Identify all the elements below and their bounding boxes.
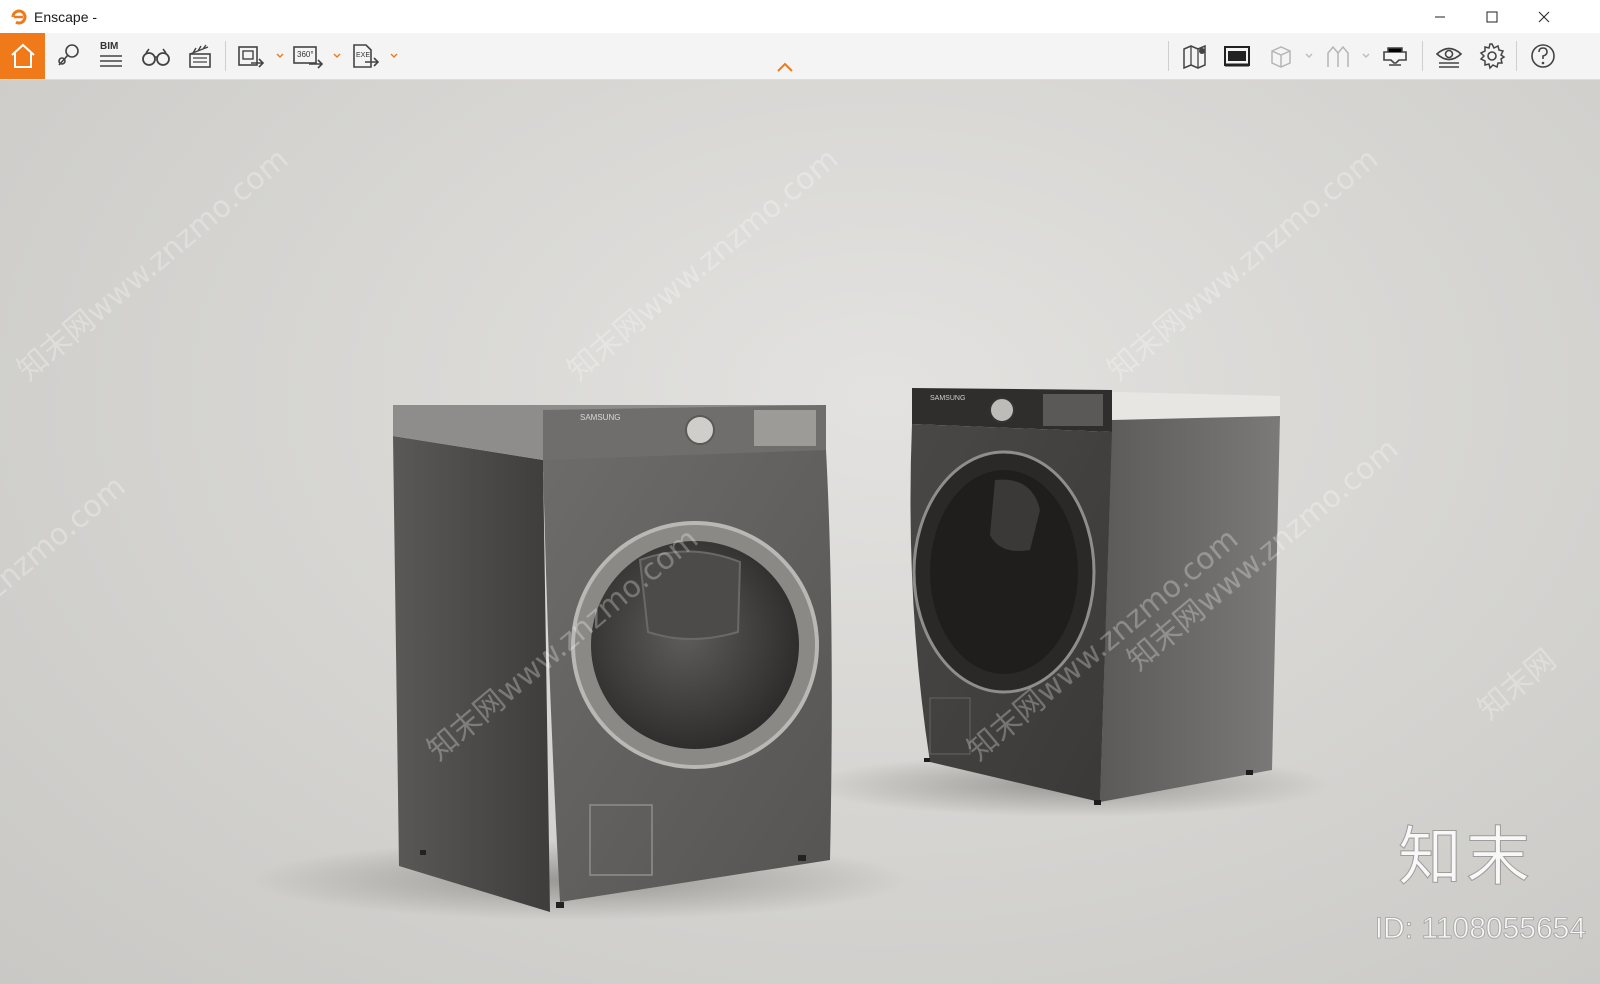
brand-watermark: 知末 xyxy=(1398,821,1534,896)
close-icon xyxy=(1538,11,1550,22)
maximize-icon xyxy=(1486,11,1498,22)
maximize-button[interactable] xyxy=(1469,0,1515,33)
panorama-export-button[interactable]: 360° xyxy=(289,37,327,75)
cube-icon xyxy=(1271,46,1291,68)
clapperboard-icon xyxy=(189,44,211,68)
chevron-down-icon[interactable] xyxy=(1361,51,1371,61)
visibility-icon xyxy=(1435,47,1463,68)
close-button[interactable] xyxy=(1521,0,1567,33)
panorama-export-icon: 360° xyxy=(291,41,325,71)
chevron-down-icon[interactable] xyxy=(389,51,399,61)
panorama-label: 360° xyxy=(297,50,314,59)
minimize-icon xyxy=(1435,16,1445,17)
cube-button[interactable] xyxy=(1262,37,1300,75)
screenshot-export-icon xyxy=(238,46,265,68)
title-bar: Enscape - xyxy=(0,0,1600,34)
visibility-button[interactable] xyxy=(1430,37,1468,75)
binoculars-button[interactable] xyxy=(137,37,175,75)
exe-export-icon: EXE xyxy=(349,41,381,71)
map-icon xyxy=(1183,44,1206,70)
views-icon xyxy=(58,44,79,66)
views-button[interactable] xyxy=(49,37,87,75)
bim-icon: BIM xyxy=(96,41,126,71)
right-machine-brand: SAMSUNG xyxy=(930,395,965,402)
binoculars-icon xyxy=(142,48,170,66)
toolbar-separator xyxy=(1168,41,1169,71)
home-icon xyxy=(10,43,35,68)
chevron-down-icon[interactable] xyxy=(1304,51,1314,61)
collapse-toolbar-icon[interactable] xyxy=(776,61,794,73)
chevron-down-icon[interactable] xyxy=(275,51,285,61)
toolbar-separator xyxy=(1422,41,1423,71)
asset-library-icon xyxy=(1224,46,1250,67)
help-icon xyxy=(1531,44,1555,68)
exe-label: EXE xyxy=(356,52,371,59)
bim-button[interactable]: BIM xyxy=(92,37,130,75)
help-button[interactable] xyxy=(1524,37,1562,75)
left-machine-brand: SAMSUNG xyxy=(580,413,620,422)
home-button[interactable] xyxy=(0,33,45,79)
image-id-label: ID: 1108055654 xyxy=(1374,912,1586,946)
enscape-logo-icon xyxy=(11,9,27,25)
screenshot-export-button[interactable] xyxy=(232,37,270,75)
toolbar: BIM 360° EXE xyxy=(0,33,1600,80)
gear-icon xyxy=(1479,43,1506,70)
materials-icon xyxy=(1327,45,1349,67)
left-washing-machine: SAMSUNG xyxy=(393,405,832,912)
asset-library-button[interactable] xyxy=(1218,37,1256,75)
map-button[interactable] xyxy=(1176,37,1214,75)
video-editor-button[interactable] xyxy=(181,37,219,75)
settings-button[interactable] xyxy=(1473,37,1511,75)
vr-headset-button[interactable] xyxy=(1376,37,1414,75)
materials-button[interactable] xyxy=(1319,37,1357,75)
window-title: Enscape - xyxy=(34,9,98,25)
chevron-down-icon[interactable] xyxy=(332,51,342,61)
exe-export-button[interactable]: EXE xyxy=(346,37,384,75)
toolbar-separator xyxy=(225,41,226,71)
toolbar-separator xyxy=(1516,41,1517,71)
vr-headset-icon xyxy=(1383,47,1407,66)
render-viewport[interactable]: SAMSUNG SAMSUNG 知末网www.znzmo.com 知末网www.… xyxy=(0,80,1600,984)
minimize-button[interactable] xyxy=(1417,0,1463,33)
